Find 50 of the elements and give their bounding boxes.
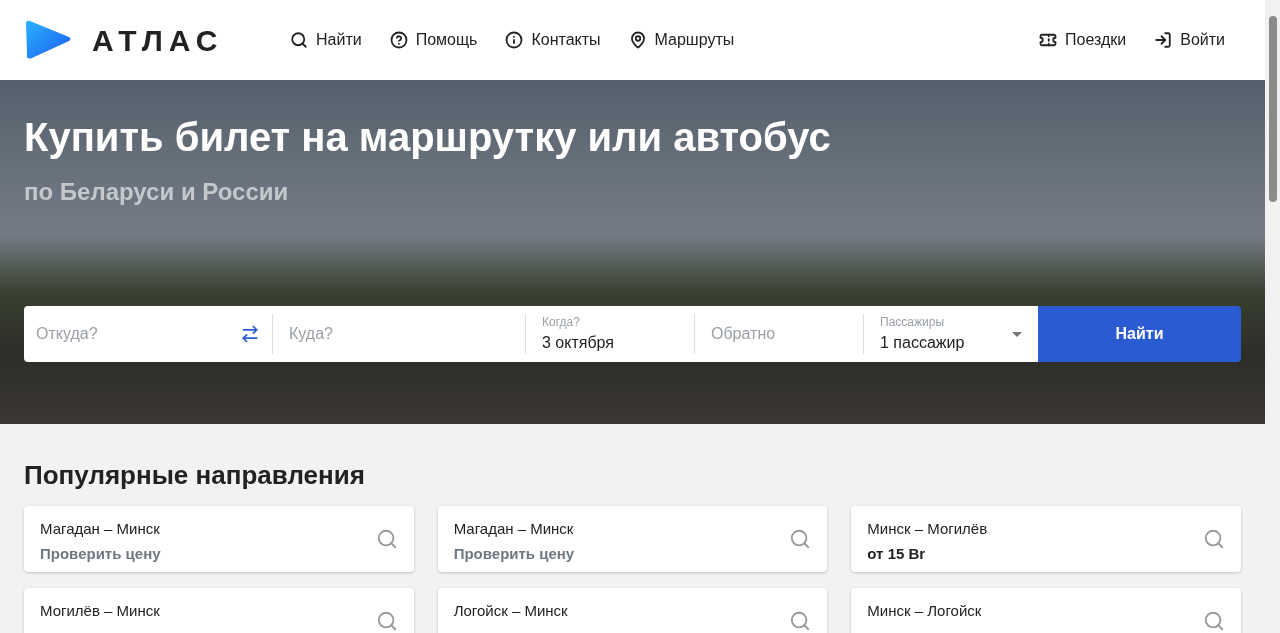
caret-icon bbox=[1012, 331, 1022, 337]
from-field[interactable]: Откуда? bbox=[36, 322, 216, 346]
route-card[interactable]: Магадан – Минск Проверить цену bbox=[437, 506, 828, 572]
hero-title: Купить билет на маршрутку или автобус bbox=[24, 114, 832, 161]
nav-link[interactable]: Маршруты bbox=[628, 28, 735, 52]
route-card[interactable]: Могилёв – Минск bbox=[24, 588, 414, 633]
section-title: Популярные направления bbox=[24, 460, 366, 490]
login-icon bbox=[1154, 31, 1173, 49]
search-icon bbox=[375, 610, 398, 632]
hero-subtitle: по Беларуси и России bbox=[24, 177, 290, 207]
logo-icon bbox=[24, 20, 72, 60]
passengers-value: 1 пассажир bbox=[880, 333, 965, 353]
search-icon bbox=[789, 610, 812, 632]
search-icon bbox=[1203, 610, 1225, 632]
search-icon bbox=[1203, 528, 1225, 550]
date-label: Когда? bbox=[542, 314, 581, 331]
passengers-label: Пассажиры bbox=[880, 314, 945, 331]
nav-link[interactable]: Найти bbox=[290, 28, 362, 52]
route-price: Проверить цену bbox=[453, 543, 575, 564]
route-name: Магадан – Минск bbox=[40, 519, 161, 539]
search-button[interactable]: Найти bbox=[1038, 306, 1241, 362]
date-value: 3 октября bbox=[542, 333, 615, 353]
nav-link[interactable]: Поездки bbox=[1039, 28, 1127, 52]
ticket-icon bbox=[1039, 31, 1057, 49]
route-name: Логойск – Минск bbox=[453, 601, 568, 621]
route-name: Магадан – Минск bbox=[453, 519, 575, 539]
map-pin-icon bbox=[628, 31, 647, 49]
search-icon bbox=[290, 31, 308, 49]
route-name: Минск – Могилёв bbox=[867, 519, 988, 539]
logo-text: АТЛАС bbox=[92, 22, 224, 59]
nav-link[interactable]: Войти bbox=[1154, 28, 1225, 52]
route-card[interactable]: Логойск – Минск bbox=[437, 588, 828, 633]
route-name: Могилёв – Минск bbox=[40, 601, 160, 621]
route-card[interactable]: Магадан – Минск Проверить цену bbox=[24, 506, 414, 572]
date-field[interactable]: Когда? 3 октября bbox=[526, 314, 695, 354]
route-price: Проверить цену bbox=[40, 543, 161, 564]
swap-icon[interactable] bbox=[240, 324, 260, 344]
to-field[interactable]: Куда? bbox=[289, 322, 509, 346]
return-field[interactable]: Обратно bbox=[711, 322, 847, 346]
search-icon bbox=[789, 528, 812, 550]
route-card[interactable]: Минск – Логойск bbox=[851, 588, 1241, 633]
route-name: Минск – Логойск bbox=[867, 601, 982, 621]
passengers-select[interactable]: Пассажиры 1 пассажир bbox=[864, 314, 1038, 354]
nav-link[interactable]: Контакты bbox=[505, 28, 601, 52]
help-icon bbox=[389, 31, 408, 49]
route-card[interactable]: Минск – Могилёв от 15 Br bbox=[851, 506, 1241, 572]
route-price: от 15 Br bbox=[867, 543, 927, 564]
info-icon bbox=[505, 31, 524, 49]
search-icon bbox=[375, 528, 398, 550]
nav-link[interactable]: Помощь bbox=[389, 28, 478, 52]
